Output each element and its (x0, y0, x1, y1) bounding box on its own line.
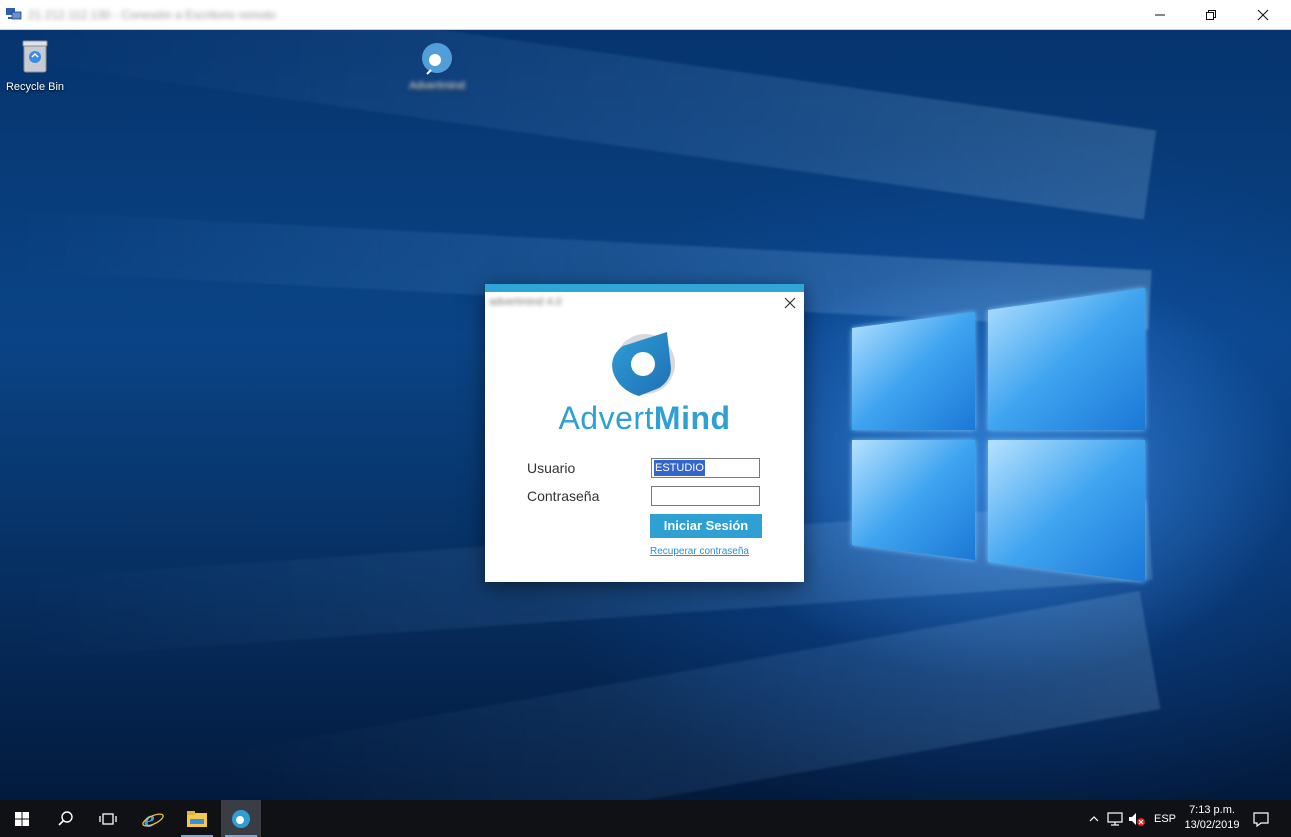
restore-button[interactable] (1188, 0, 1234, 30)
volume-muted-icon (1129, 812, 1145, 826)
internet-explorer-button[interactable]: e (133, 800, 173, 837)
clock-time: 7:13 p.m. (1189, 804, 1235, 816)
login-dialog: advertmind 4.0 AdvertMind Usuario ESTUDI… (485, 284, 804, 582)
wallpaper-beam (4, 30, 1157, 220)
advertmind-shortcut-icon (422, 43, 452, 75)
input-language-button[interactable]: ESP (1152, 800, 1178, 837)
task-view-icon (99, 812, 117, 825)
minimize-icon (1155, 14, 1165, 16)
taskbar: e ESP 7:13 p.m. 13/02/2019 (0, 800, 1291, 837)
windows-logo-wallpaper (852, 288, 1145, 582)
username-value: ESTUDIO (654, 460, 705, 476)
volume-tray-button[interactable] (1127, 800, 1147, 837)
recover-password-link[interactable]: Recuperar contraseña (650, 546, 749, 557)
show-hidden-icons-button[interactable] (1086, 800, 1102, 837)
file-explorer-button[interactable] (177, 800, 217, 837)
remote-desktop-icon (6, 8, 22, 20)
username-label: Usuario (527, 460, 576, 476)
task-view-button[interactable] (88, 800, 128, 837)
network-icon (1107, 811, 1123, 826)
chevron-up-icon (1089, 815, 1099, 821)
password-label: Contraseña (527, 488, 600, 504)
brand-light: Advert (558, 400, 654, 436)
rdp-window-titlebar[interactable]: 21.212.112.130 - Conexión a Escritorio r… (0, 0, 1291, 30)
window-title: 21.212.112.130 - Conexión a Escritorio r… (28, 8, 276, 22)
dialog-accent-bar (485, 284, 804, 292)
restore-icon (1206, 10, 1216, 20)
clock-button[interactable]: 7:13 p.m. 13/02/2019 (1180, 803, 1244, 833)
windows-start-icon (15, 811, 29, 826)
language-indicator: ESP (1153, 812, 1176, 825)
start-button[interactable] (2, 800, 42, 837)
dialog-title: advertmind 4.0 (489, 296, 562, 308)
close-icon (1257, 9, 1269, 21)
internet-explorer-icon: e (142, 807, 164, 831)
brand-bold: Mind (653, 400, 731, 436)
brand-wordmark: AdvertMind (485, 400, 804, 437)
close-button[interactable] (1240, 0, 1286, 30)
advertmind-logo-icon (612, 332, 675, 396)
desktop-icon-recycle-bin[interactable]: Recycle Bin (0, 38, 70, 93)
action-center-button[interactable] (1250, 800, 1272, 837)
username-input[interactable]: ESTUDIO (651, 458, 760, 478)
login-button[interactable]: Iniciar Sesión (650, 514, 762, 538)
clock-date: 13/02/2019 (1184, 819, 1240, 831)
desktop-icon-label: Recycle Bin (5, 81, 65, 93)
advertmind-taskbar-button[interactable] (221, 800, 261, 837)
desktop-icon-label: Advertmind (409, 80, 465, 92)
close-icon[interactable] (783, 296, 797, 310)
recycle-bin-icon (22, 40, 48, 73)
notification-icon (1253, 811, 1269, 827)
advertmind-app-icon (232, 809, 250, 828)
network-tray-button[interactable] (1106, 800, 1124, 837)
file-explorer-icon (187, 810, 207, 827)
desktop-icon-advertmind[interactable]: Advertmind (402, 38, 472, 92)
svg-text:e: e (144, 807, 155, 831)
search-button[interactable] (46, 800, 86, 837)
password-input[interactable] (651, 486, 760, 506)
minimize-button[interactable] (1137, 0, 1183, 30)
search-icon (58, 810, 73, 826)
